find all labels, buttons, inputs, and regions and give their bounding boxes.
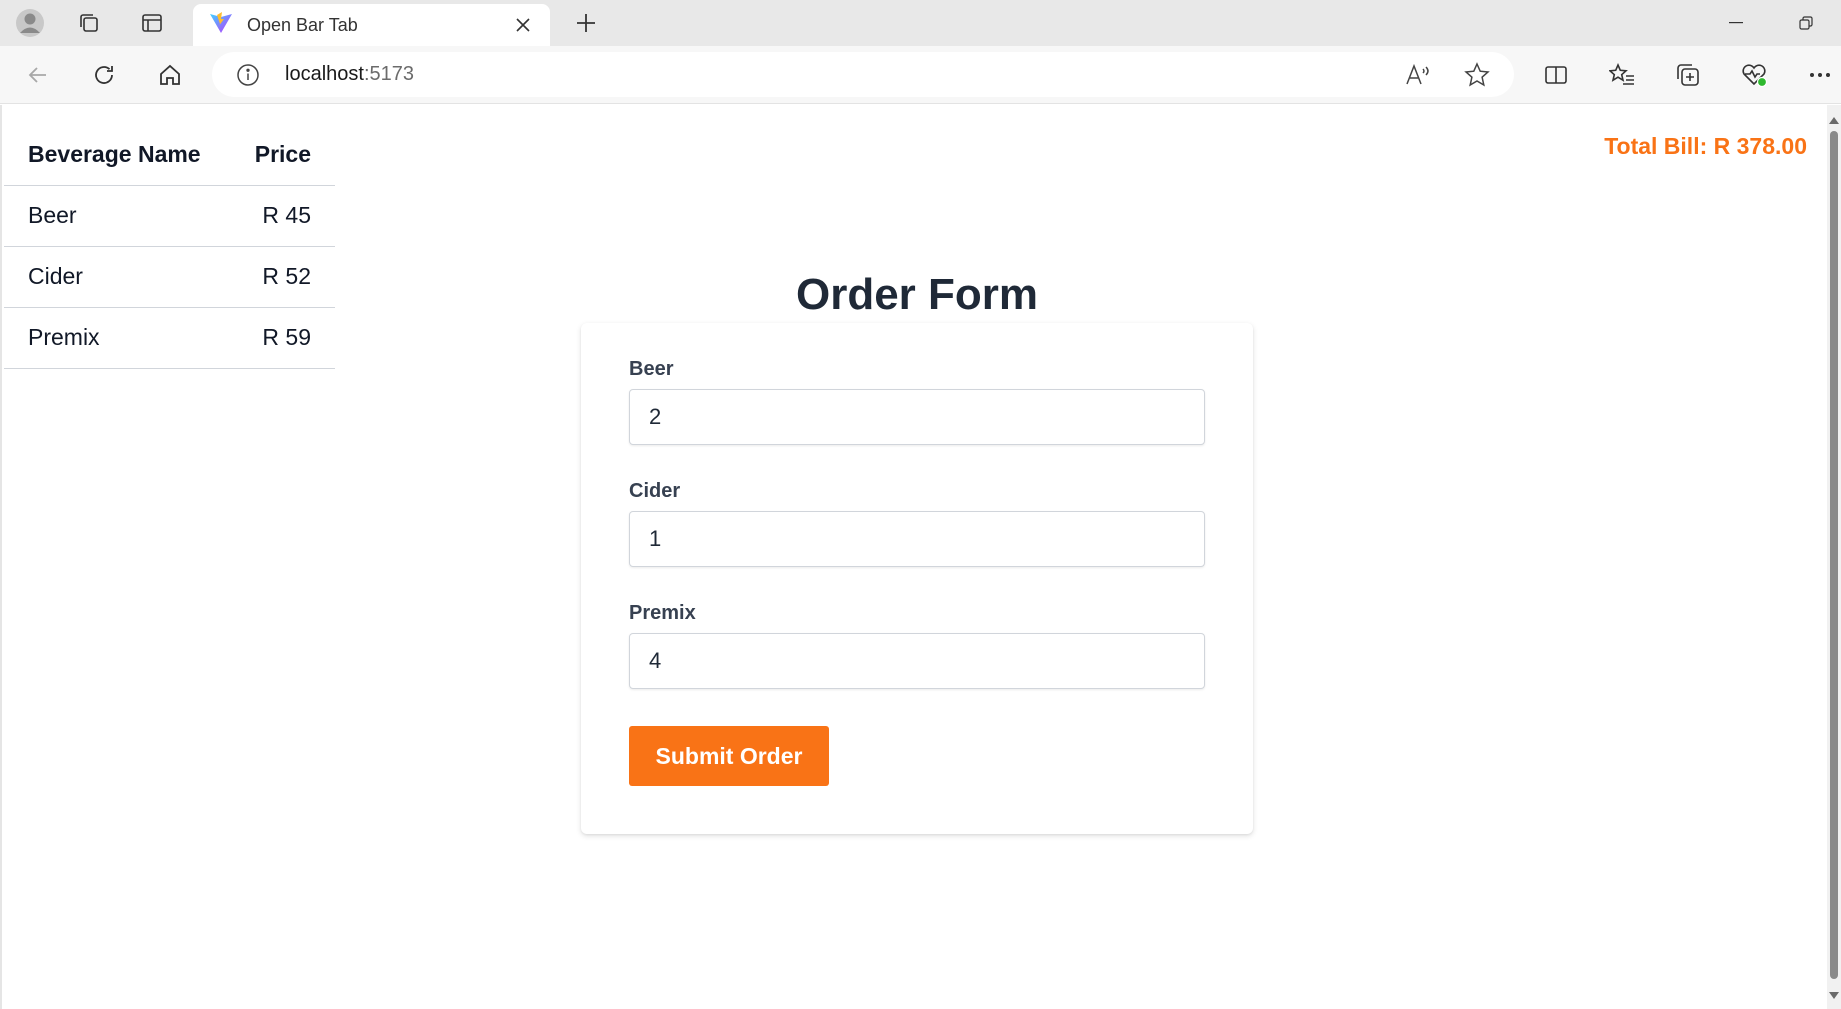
scrollbar-thumb[interactable] — [1830, 131, 1838, 979]
beverage-price-table: Beverage Name Price Beer R 45 Cider R 52… — [4, 125, 335, 369]
beverage-name-cell: Cider — [4, 246, 229, 308]
window-controls — [1701, 0, 1841, 46]
favorites-icon[interactable] — [1600, 53, 1644, 97]
url-text: localhost:5173 — [285, 63, 414, 86]
vertical-scrollbar[interactable] — [1827, 105, 1841, 1009]
table-row: Beer R 45 — [4, 185, 335, 247]
premix-label: Premix — [629, 602, 696, 624]
url-port: :5173 — [363, 63, 414, 85]
home-icon[interactable] — [148, 53, 192, 97]
active-tab[interactable]: Open Bar Tab — [193, 4, 550, 46]
refresh-icon[interactable] — [82, 53, 126, 97]
table-row: Cider R 52 — [4, 246, 335, 308]
order-form-title: Order Form — [795, 270, 1039, 319]
beverage-price-cell: R 45 — [228, 185, 335, 247]
order-form-card: Beer Cider Premix Submit Order — [581, 323, 1253, 834]
vite-logo-icon — [209, 11, 233, 40]
beverage-price-cell: R 59 — [228, 307, 335, 369]
beer-label: Beer — [629, 358, 674, 380]
beverage-name-cell: Premix — [4, 307, 229, 369]
address-bar[interactable]: localhost:5173 — [212, 52, 1514, 97]
profile-avatar-icon[interactable] — [8, 1, 52, 45]
workspaces-icon[interactable] — [67, 1, 111, 45]
collections-icon[interactable] — [1666, 53, 1710, 97]
cider-quantity-input[interactable] — [629, 511, 1205, 567]
split-screen-icon[interactable] — [1534, 53, 1578, 97]
table-row: Premix R 59 — [4, 307, 335, 369]
cider-label: Cider — [629, 480, 681, 502]
read-aloud-icon[interactable] — [1402, 59, 1434, 91]
header-beverage-name: Beverage Name — [4, 125, 229, 186]
scroll-up-icon[interactable] — [1829, 117, 1839, 124]
favorite-star-icon[interactable] — [1461, 59, 1493, 91]
beverage-name-cell: Beer — [4, 185, 229, 247]
minimize-icon[interactable] — [1701, 0, 1771, 46]
beverage-price-cell: R 52 — [228, 246, 335, 308]
tab-title: Open Bar Tab — [247, 14, 358, 35]
browser-essentials-icon[interactable] — [1732, 53, 1776, 97]
total-bill: Total Bill: R 378.00 — [1604, 133, 1807, 159]
scroll-down-icon[interactable] — [1829, 992, 1839, 999]
close-tab-icon[interactable] — [510, 12, 536, 38]
more-menu-icon[interactable] — [1798, 53, 1841, 97]
browser-toolbar: localhost:5173 — [0, 46, 1841, 104]
table-header-row: Beverage Name Price — [4, 125, 335, 186]
header-price: Price — [228, 125, 335, 186]
browser-tab-bar: Open Bar Tab — [0, 0, 1841, 46]
back-arrow-icon[interactable] — [16, 53, 60, 97]
beer-quantity-input[interactable] — [629, 389, 1205, 445]
site-info-icon[interactable] — [236, 63, 260, 92]
url-host: localhost — [285, 63, 364, 85]
premix-quantity-input[interactable] — [629, 633, 1205, 689]
page-viewport: Beverage Name Price Beer R 45 Cider R 52… — [0, 105, 1841, 1009]
new-tab-icon[interactable] — [564, 1, 608, 45]
restore-icon[interactable] — [1771, 0, 1841, 46]
submit-order-button[interactable]: Submit Order — [629, 726, 829, 786]
vertical-tabs-icon[interactable] — [130, 1, 174, 45]
